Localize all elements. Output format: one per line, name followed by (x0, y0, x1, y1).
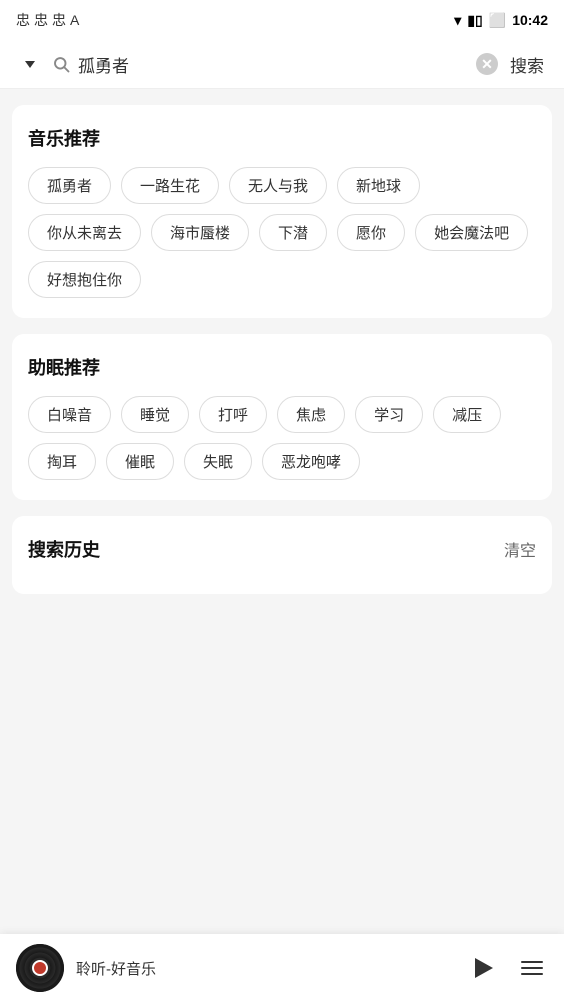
app-icon-2: 忠 (34, 10, 48, 30)
wifi-icon: ▾ (454, 12, 461, 29)
status-icons: 忠 忠 忠 A (16, 10, 79, 30)
history-title: 搜索历史 (28, 536, 100, 562)
sleep-tag-4[interactable]: 学习 (355, 396, 423, 433)
sleep-tag-6[interactable]: 掏耳 (28, 443, 96, 480)
clear-history-button[interactable]: 清空 (504, 537, 536, 561)
sleep-tag-2[interactable]: 打呼 (199, 396, 267, 433)
music-tag-6[interactable]: 下潜 (259, 214, 327, 251)
playlist-line-2 (521, 967, 543, 969)
search-input-wrap: ✕ (78, 53, 498, 75)
music-tag-1[interactable]: 一路生花 (121, 167, 219, 204)
sleep-tag-1[interactable]: 睡觉 (121, 396, 189, 433)
player-info: 聆听-好音乐 (76, 958, 452, 979)
sleep-section: 助眠推荐 白噪音 睡觉 打呼 焦虑 学习 减压 掏耳 催眠 失眠 恶龙咆哮 (12, 334, 552, 500)
app-icon-3: 忠 (52, 10, 66, 30)
player-controls (464, 950, 548, 986)
playlist-line-1 (521, 961, 543, 963)
music-tag-0[interactable]: 孤勇者 (28, 167, 111, 204)
battery-indicator: ⬜ (489, 12, 506, 29)
time-display: 10:42 (512, 12, 548, 28)
album-art (16, 944, 64, 992)
music-tag-5[interactable]: 海市蜃楼 (151, 214, 249, 251)
music-tag-4[interactable]: 你从未离去 (28, 214, 141, 251)
chevron-down-icon (25, 61, 35, 68)
player-bar: 聆听-好音乐 (0, 934, 564, 1002)
sleep-tags: 白噪音 睡觉 打呼 焦虑 学习 减压 掏耳 催眠 失眠 恶龙咆哮 (28, 396, 536, 480)
music-tags: 孤勇者 一路生花 无人与我 新地球 你从未离去 海市蜃楼 下潜 愿你 她会魔法吧… (28, 167, 536, 298)
sleep-tag-7[interactable]: 催眠 (106, 443, 174, 480)
search-input[interactable] (78, 54, 470, 74)
play-button[interactable] (464, 950, 500, 986)
sleep-tag-5[interactable]: 减压 (433, 396, 501, 433)
player-title: 聆听-好音乐 (76, 958, 452, 979)
history-header: 搜索历史 清空 (28, 536, 536, 562)
sleep-tag-8[interactable]: 失眠 (184, 443, 252, 480)
music-tag-7[interactable]: 愿你 (337, 214, 405, 251)
music-tag-2[interactable]: 无人与我 (229, 167, 327, 204)
vinyl-disc (16, 944, 64, 992)
music-section: 音乐推荐 孤勇者 一路生花 无人与我 新地球 你从未离去 海市蜃楼 下潜 愿你 … (12, 105, 552, 318)
music-section-title: 音乐推荐 (28, 125, 536, 151)
clear-button[interactable]: ✕ (476, 53, 498, 75)
history-section: 搜索历史 清空 (12, 516, 552, 594)
search-button[interactable]: 搜索 (506, 52, 548, 77)
search-icon (52, 55, 70, 73)
music-tag-3[interactable]: 新地球 (337, 167, 420, 204)
music-tag-8[interactable]: 她会魔法吧 (415, 214, 528, 251)
status-right: ▾ ▮▯ ⬜ 10:42 (454, 12, 548, 29)
search-bar: ✕ 搜索 (0, 40, 564, 89)
sleep-tag-9[interactable]: 恶龙咆哮 (262, 443, 360, 480)
sleep-tag-3[interactable]: 焦虑 (277, 396, 345, 433)
music-tag-9[interactable]: 好想抱住你 (28, 261, 141, 298)
signal-icon: ▮▯ (467, 12, 482, 29)
playlist-line-3 (521, 973, 543, 975)
playlist-icon (521, 961, 543, 975)
sleep-tag-0[interactable]: 白噪音 (28, 396, 111, 433)
play-icon (475, 958, 493, 978)
playlist-button[interactable] (516, 952, 548, 984)
status-bar: 忠 忠 忠 A ▾ ▮▯ ⬜ 10:42 (0, 0, 564, 40)
vinyl-center (32, 960, 48, 976)
app-icon-1: 忠 (16, 10, 30, 30)
app-icon-4: A (70, 12, 79, 28)
main-content: 音乐推荐 孤勇者 一路生花 无人与我 新地球 你从未离去 海市蜃楼 下潜 愿你 … (0, 89, 564, 610)
sleep-section-title: 助眠推荐 (28, 354, 536, 380)
dropdown-button[interactable] (16, 50, 44, 78)
